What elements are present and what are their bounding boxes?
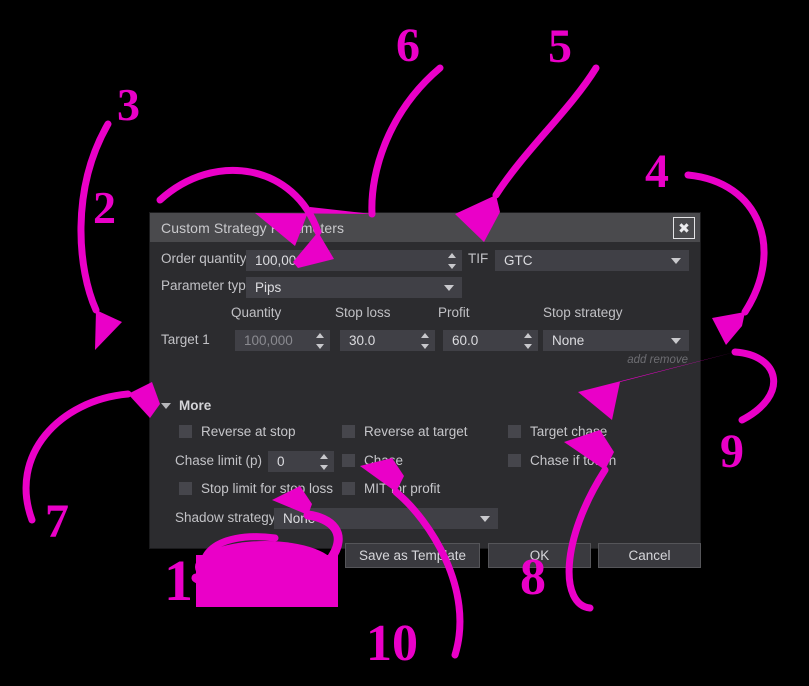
order-quantity-value: 100,000 (255, 253, 304, 268)
target-stop-loss-stepper[interactable] (420, 332, 429, 349)
screen-root: Custom Strategy Parameters ✖ Order quant… (0, 0, 809, 686)
chevron-down-icon[interactable] (480, 515, 490, 522)
custom-strategy-parameters-dialog: Custom Strategy Parameters ✖ Order quant… (150, 213, 701, 568)
target-row-label: Target 1 (161, 332, 210, 347)
target-profit-value: 60.0 (452, 333, 479, 348)
annotation-number-4: 4 (645, 145, 669, 198)
target-quantity-stepper[interactable] (315, 332, 324, 349)
chevron-down-icon[interactable] (161, 402, 171, 409)
more-disclosure[interactable]: More (161, 398, 211, 413)
parameter-type-select[interactable]: Pips (246, 277, 462, 298)
checkbox-icon[interactable] (508, 425, 521, 438)
chase-limit-input[interactable]: 0 (268, 451, 334, 472)
chevron-down-icon[interactable] (671, 257, 681, 264)
column-header-stop-strategy: Stop strategy (543, 305, 623, 320)
annotation-blob-1 (195, 541, 338, 607)
column-header-profit: Profit (438, 305, 470, 320)
chase-limit-label: Chase limit (p) (175, 453, 263, 468)
checkbox-stop-limit-for-stop-loss[interactable]: Stop limit for stop loss (179, 481, 333, 496)
checkbox-reverse-at-stop[interactable]: Reverse at stop (179, 424, 296, 439)
annotation-number-7: 7 (45, 495, 69, 548)
annotation-arrow-6 (368, 64, 444, 218)
checkbox-icon[interactable] (342, 454, 355, 467)
annotation-number-5: 5 (548, 20, 572, 73)
checkbox-label: Chase (364, 453, 404, 468)
checkbox-label: Stop limit for stop loss (201, 481, 334, 496)
more-label: More (179, 398, 212, 413)
checkbox-mit-for-profit[interactable]: MIT for profit (342, 481, 440, 496)
checkbox-label: Target chase (530, 424, 608, 439)
order-quantity-input[interactable]: 100,000 (246, 250, 462, 271)
annotation-arrow-5 (492, 64, 600, 199)
shadow-strategy-select[interactable]: None (274, 508, 498, 529)
target-quantity-input[interactable]: 100,000 (235, 330, 330, 351)
tif-label: TIF (468, 251, 489, 266)
target-quantity-value: 100,000 (244, 333, 293, 348)
annotation-number-1: 1 (164, 548, 193, 613)
checkbox-icon[interactable] (179, 425, 192, 438)
checkbox-target-chase[interactable]: Target chase (508, 424, 607, 439)
save-as-template-button[interactable]: Save as Template (345, 543, 480, 568)
chase-limit-value: 0 (277, 454, 285, 469)
shadow-strategy-label-wrap: Shadow strategy (175, 510, 276, 525)
annotation-number-6: 6 (396, 19, 420, 72)
target-profit-input[interactable]: 60.0 (443, 330, 538, 351)
target-stop-strategy-select[interactable]: None (543, 330, 689, 351)
checkbox-label: Chase if touch (530, 453, 617, 468)
column-header-quantity: Quantity (231, 305, 282, 320)
annotation-arrow-9 (731, 348, 777, 424)
shadow-strategy-label: Shadow strategy (175, 510, 276, 525)
target-row: Target 1 (161, 332, 210, 347)
tif-label-wrap: TIF (468, 251, 488, 266)
parameter-type-label: Parameter type (161, 278, 254, 293)
chevron-down-icon[interactable] (444, 284, 454, 291)
checkbox-chase-if-touch[interactable]: Chase if touch (508, 453, 616, 468)
cancel-button[interactable]: Cancel (598, 543, 701, 568)
order-quantity-row: Order quantity (161, 251, 247, 266)
parameter-type-value: Pips (255, 280, 282, 295)
target-stop-strategy-value: None (552, 333, 585, 348)
tif-select[interactable]: GTC (495, 250, 689, 271)
add-remove-links[interactable]: add remove (627, 354, 688, 366)
checkbox-label: Reverse at stop (201, 424, 296, 439)
order-quantity-label: Order quantity (161, 251, 247, 266)
ok-button[interactable]: OK (488, 543, 591, 568)
target-stop-loss-value: 30.0 (349, 333, 376, 348)
parameter-type-row: Parameter type (161, 278, 253, 293)
checkbox-chase[interactable]: Chase (342, 453, 403, 468)
dialog-titlebar: Custom Strategy Parameters ✖ (150, 213, 700, 242)
tif-value: GTC (504, 253, 533, 268)
target-stop-loss-input[interactable]: 30.0 (340, 330, 435, 351)
annotation-arrow-7 (22, 390, 132, 524)
column-header-stop-loss: Stop loss (335, 305, 391, 320)
dialog-title: Custom Strategy Parameters (161, 219, 345, 236)
checkbox-icon[interactable] (342, 482, 355, 495)
checkbox-reverse-at-target[interactable]: Reverse at target (342, 424, 468, 439)
checkbox-label: MIT for profit (364, 481, 441, 496)
annotation-arrow-3 (77, 120, 112, 314)
annotation-number-3: 3 (117, 79, 140, 130)
annotation-number-9: 9 (720, 425, 744, 478)
chevron-down-icon[interactable] (671, 337, 681, 344)
close-x-icon[interactable]: ✖ (673, 217, 695, 239)
checkbox-icon[interactable] (508, 454, 521, 467)
checkbox-icon[interactable] (179, 482, 192, 495)
chase-limit-stepper[interactable] (319, 453, 328, 470)
arrowhead-3 (95, 310, 122, 350)
arrowhead-4 (712, 312, 745, 345)
chase-limit-label-wrap: Chase limit (p) (175, 453, 262, 468)
order-quantity-stepper[interactable] (447, 252, 456, 269)
annotation-number-10: 10 (366, 615, 418, 672)
checkbox-label: Reverse at target (364, 424, 468, 439)
annotation-number-2: 2 (93, 182, 116, 233)
dialog-body: Order quantity 100,000 TIF GTC Parameter… (150, 242, 701, 568)
checkbox-icon[interactable] (342, 425, 355, 438)
shadow-strategy-value: None (283, 511, 316, 526)
target-profit-stepper[interactable] (523, 332, 532, 349)
